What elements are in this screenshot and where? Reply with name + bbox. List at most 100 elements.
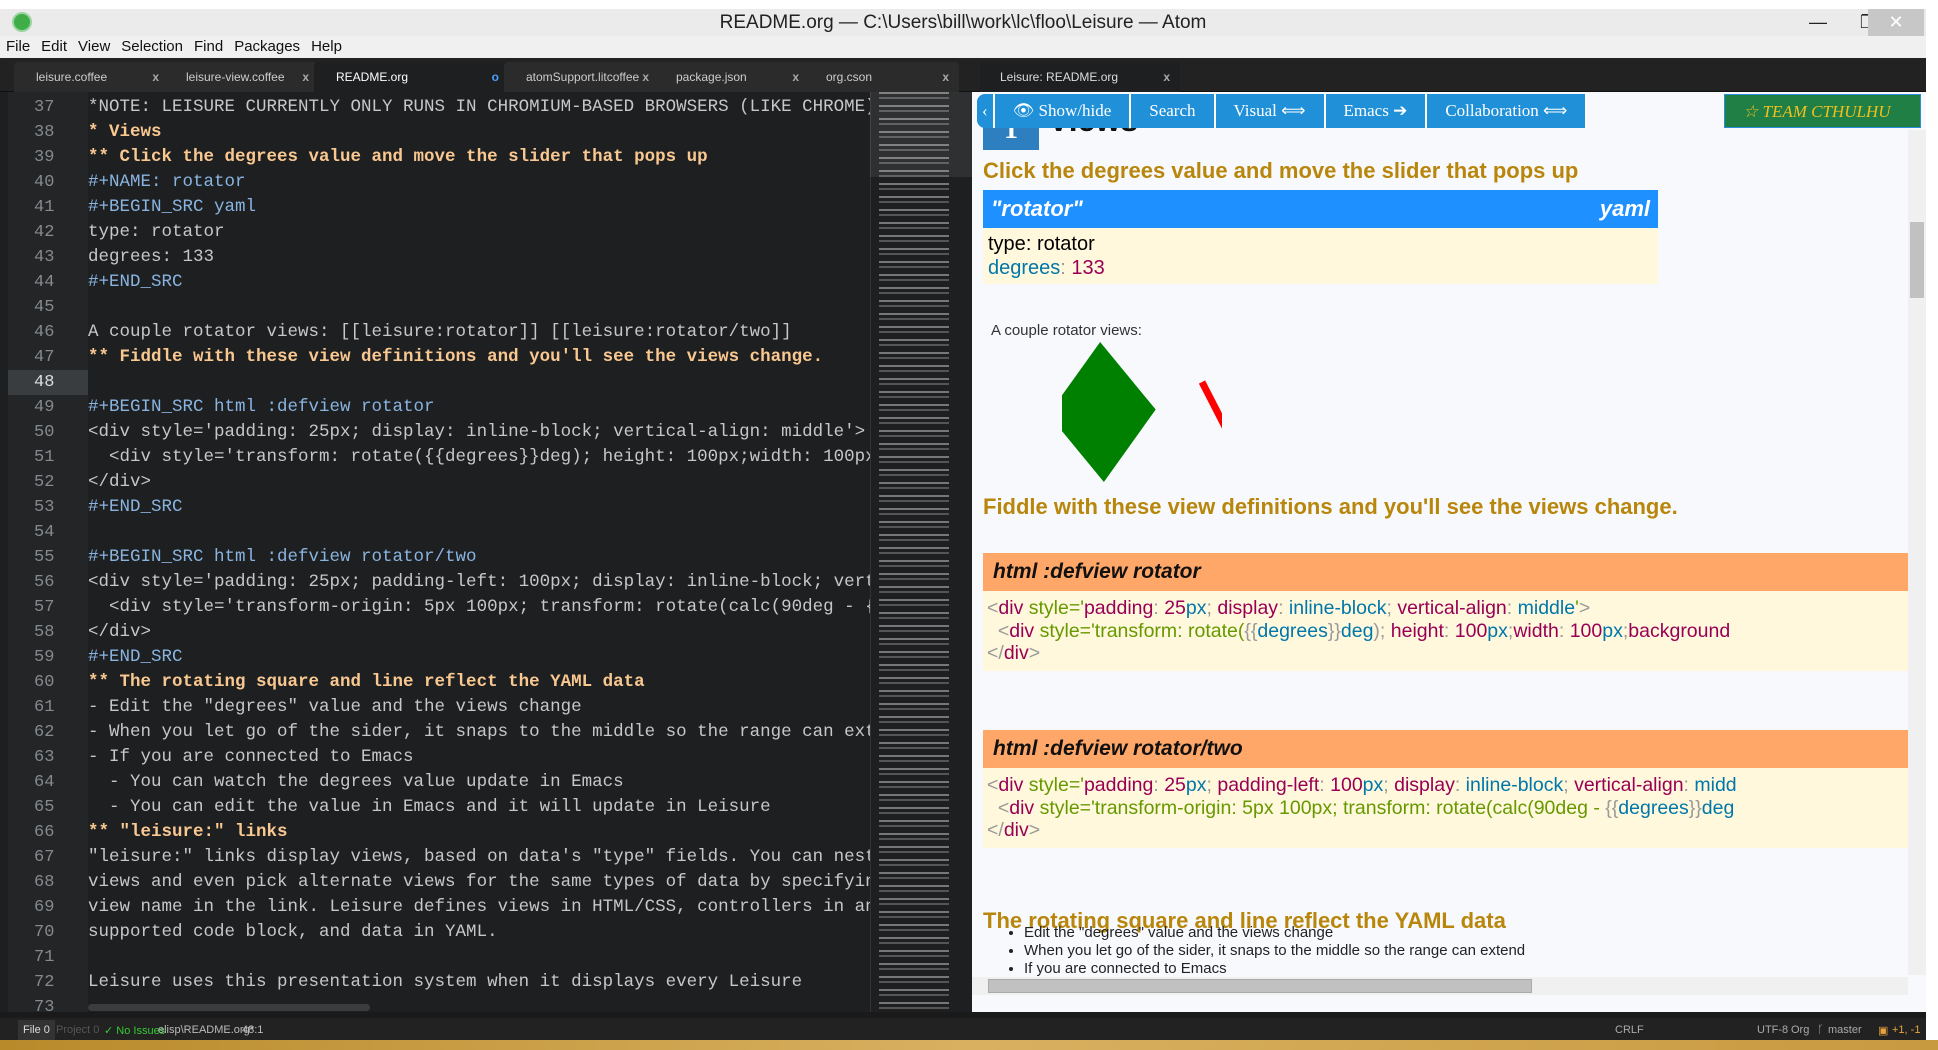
- line-number: 49: [34, 398, 55, 417]
- code-token: style=': [1023, 774, 1084, 796]
- code-line[interactable]: - You can edit the value in Emacs and it…: [88, 795, 870, 820]
- menu-help[interactable]: Help: [305, 36, 347, 55]
- code-line[interactable]: degrees: 133: [88, 245, 870, 270]
- collapse-toolbar-button[interactable]: ‹: [977, 94, 995, 128]
- code-token: >: [1578, 597, 1591, 619]
- close-tab-icon[interactable]: x: [302, 70, 309, 84]
- collaboration-button[interactable]: Collaboration ⟺: [1427, 94, 1588, 128]
- code-line[interactable]: Leisure uses this presentation system wh…: [88, 970, 870, 995]
- code-block-rotator-two[interactable]: html :defview rotator/two <div style='pa…: [983, 730, 1908, 848]
- code-line[interactable]: *NOTE: LEISURE CURRENTLY ONLY RUNS IN CH…: [88, 95, 870, 120]
- code-line[interactable]: <div style='transform-origin: 5px 100px;…: [88, 595, 870, 620]
- code-line[interactable]: <div style='transform: rotate({{degrees}…: [88, 445, 870, 470]
- emacs-button[interactable]: Emacs ➔: [1325, 94, 1428, 128]
- code-line[interactable]: * Views: [88, 120, 870, 145]
- code-token: }}: [1688, 796, 1702, 819]
- code-line[interactable]: <div style='padding: 25px; padding-left:…: [88, 570, 870, 595]
- code-token: :: [1319, 774, 1331, 796]
- code-line[interactable]: ** Fiddle with these view definitions an…: [88, 345, 870, 370]
- code-line[interactable]: #+END_SRC: [88, 495, 870, 520]
- code-line[interactable]: views and even pick alternate views for …: [88, 870, 870, 895]
- code-line[interactable]: ** The rotating square and line reflect …: [88, 670, 870, 695]
- line-ending[interactable]: CRLF: [1615, 1024, 1644, 1036]
- yaml-data-block[interactable]: "rotator" yaml type: rotator degrees: 133: [983, 190, 1658, 284]
- git-branch[interactable]: master: [1828, 1024, 1862, 1036]
- tab-org-cson[interactable]: org.cson x: [804, 62, 959, 92]
- minimize-button[interactable]: —: [1790, 9, 1846, 36]
- code-line[interactable]: ** Click the degrees value and move the …: [88, 145, 870, 170]
- tab-label: leisure-view.coffee: [186, 70, 285, 84]
- code-line[interactable]: supported code block, and data in YAML.: [88, 920, 870, 945]
- code-line[interactable]: <div style='padding: 25px; display: inli…: [88, 420, 870, 445]
- code-token: 100: [1330, 774, 1363, 796]
- code-line[interactable]: type: rotator: [88, 220, 870, 245]
- code-line[interactable]: [88, 295, 870, 320]
- tab-atomsupport-litcoffee[interactable]: atomSupport.litcoffee x: [504, 62, 659, 92]
- line-number: 48: [8, 370, 88, 395]
- code-line[interactable]: [88, 945, 870, 970]
- text-editor[interactable]: 37 *NOTE: LEISURE CURRENTLY ONLY RUNS IN …: [0, 92, 870, 1012]
- code-block-rotator[interactable]: html :defview rotator <div style='paddin…: [983, 553, 1908, 671]
- team-cthulhu-button[interactable]: ☆ TEAM CTHULHU: [1724, 94, 1921, 128]
- rotator-views: [1062, 342, 1222, 482]
- cursor-position[interactable]: 48:1: [242, 1024, 263, 1036]
- search-button[interactable]: Search: [1131, 94, 1216, 128]
- code-line[interactable]: #+BEGIN_SRC html :defview rotator: [88, 395, 870, 420]
- code-line: <div style='padding: 25px; padding-left:…: [987, 774, 1904, 797]
- vertical-scrollbar-thumb[interactable]: [1910, 222, 1924, 298]
- close-tab-icon[interactable]: x: [642, 70, 649, 84]
- tab-leisure-preview[interactable]: Leisure: README.org x: [980, 62, 1180, 92]
- menu-file[interactable]: File: [0, 36, 35, 55]
- close-tab-icon[interactable]: x: [152, 70, 159, 84]
- code-line[interactable]: #+END_SRC: [88, 645, 870, 670]
- code-line[interactable]: - Edit the "degrees" value and the views…: [88, 695, 870, 720]
- tab-package-json[interactable]: package.json x: [654, 62, 809, 92]
- file-path[interactable]: elisp\README.org*: [158, 1024, 254, 1036]
- line-number: 69: [34, 898, 55, 917]
- menu-edit[interactable]: Edit: [35, 36, 72, 55]
- code-line[interactable]: ** "leisure:" links: [88, 820, 870, 845]
- close-tab-icon[interactable]: x: [942, 70, 949, 84]
- code-line[interactable]: #+NAME: rotator: [88, 170, 870, 195]
- visual-button[interactable]: Visual ⟺: [1215, 94, 1326, 128]
- menu-packages[interactable]: Packages: [228, 36, 305, 55]
- code-line[interactable]: </div>: [88, 470, 870, 495]
- code-line[interactable]: #+BEGIN_SRC yaml: [88, 195, 870, 220]
- horizontal-scrollbar-thumb[interactable]: [988, 979, 1532, 993]
- code-line[interactable]: #+END_SRC: [88, 270, 870, 295]
- code-line: <div style='transform-origin: 5px 100px;…: [987, 797, 1904, 820]
- editor-horizontal-scrollbar[interactable]: [88, 1004, 370, 1011]
- line-number: 41: [34, 198, 55, 217]
- code-line[interactable]: [88, 370, 870, 395]
- code-line[interactable]: #+BEGIN_SRC html :defview rotator/two: [88, 545, 870, 570]
- file-issues-count[interactable]: File 0: [18, 1020, 55, 1040]
- degrees-value[interactable]: 133: [1071, 257, 1104, 279]
- project-issues-count[interactable]: Project 0: [56, 1024, 99, 1036]
- modified-indicator-icon[interactable]: o: [492, 70, 499, 84]
- menu-view[interactable]: View: [72, 36, 115, 55]
- code-line[interactable]: - When you let go of the sider, it snaps…: [88, 720, 870, 745]
- close-window-button[interactable]: ✕: [1868, 9, 1924, 36]
- tab-readme-org[interactable]: README.org o: [314, 62, 509, 92]
- rotated-square: [1062, 342, 1156, 482]
- no-issues-indicator[interactable]: ✓ No Issues: [104, 1024, 165, 1037]
- close-tab-icon[interactable]: x: [792, 70, 799, 84]
- code-line[interactable]: "leisure:" links display views, based on…: [88, 845, 870, 870]
- code-line[interactable]: - If you are connected to Emacs: [88, 745, 870, 770]
- file-encoding[interactable]: UTF-8: [1757, 1024, 1788, 1036]
- code-line[interactable]: [88, 520, 870, 545]
- tab-leisure-coffee[interactable]: leisure.coffee x: [14, 62, 169, 92]
- show-hide-button[interactable]: 👁 Show/hide: [994, 94, 1132, 128]
- code-line[interactable]: A couple rotator views: [[leisure:rotato…: [88, 320, 870, 345]
- code-line[interactable]: </div>: [88, 620, 870, 645]
- grammar[interactable]: Org: [1791, 1024, 1809, 1036]
- minimap-visible-area[interactable]: [870, 92, 972, 177]
- code-line[interactable]: - You can watch the degrees value update…: [88, 770, 870, 795]
- code-line[interactable]: view name in the link. Leisure defines v…: [88, 895, 870, 920]
- minimap[interactable]: [870, 92, 972, 1012]
- close-tab-icon[interactable]: x: [1163, 70, 1170, 84]
- git-diff-count[interactable]: +1, -1: [1892, 1024, 1920, 1036]
- menu-find[interactable]: Find: [188, 36, 228, 55]
- menu-selection[interactable]: Selection: [115, 36, 188, 55]
- tab-leisure-view-coffee[interactable]: leisure-view.coffee x: [164, 62, 319, 92]
